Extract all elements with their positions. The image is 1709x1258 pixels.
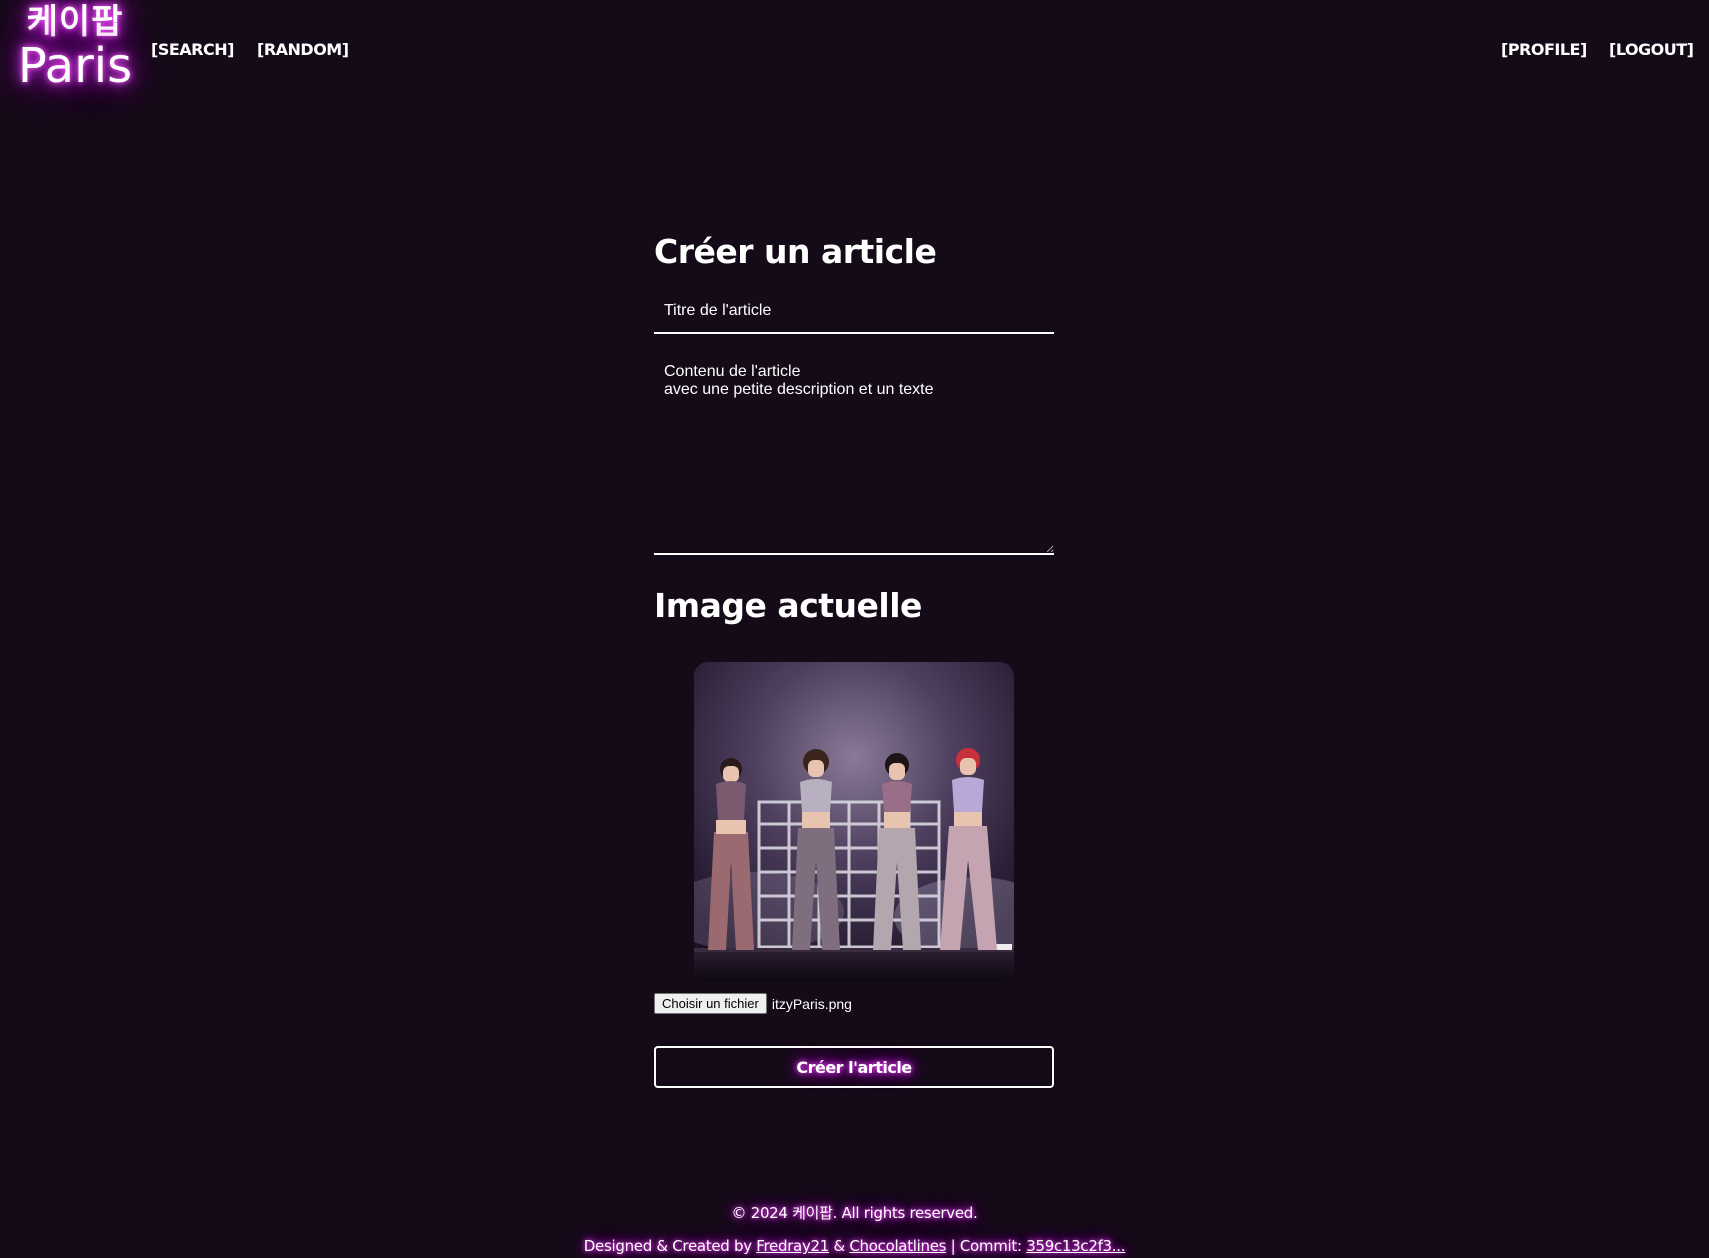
- nav-search-link[interactable]: [SEARCH]: [151, 40, 234, 59]
- author-fredray21-link[interactable]: Fredray21: [756, 1237, 829, 1255]
- credits-prefix: Designed & Created by: [583, 1237, 752, 1255]
- nav-logout-link[interactable]: [LOGOUT]: [1609, 40, 1694, 59]
- nav-profile-link[interactable]: [PROFILE]: [1501, 40, 1587, 59]
- image-section-title: Image actuelle: [654, 586, 922, 625]
- current-image-preview: [694, 662, 1014, 982]
- create-article-button[interactable]: Créer l'article: [654, 1046, 1054, 1088]
- site-logo[interactable]: 케이팝 Paris: [10, 2, 140, 92]
- logo-city-text: Paris: [17, 38, 133, 94]
- choose-file-button[interactable]: Choisir un fichier: [654, 993, 767, 1014]
- credits-and: &: [833, 1237, 845, 1255]
- article-title-input[interactable]: [654, 290, 1054, 334]
- commit-hash-link[interactable]: 359c13c2f3...: [1026, 1237, 1125, 1255]
- footer-credits: Designed & Created by Fredray21 & Chocol…: [0, 1237, 1709, 1255]
- footer-copyright: © 2024 케이팝. All rights reserved.: [731, 1204, 978, 1222]
- article-content-textarea[interactable]: Contenu de l'article avec une petite des…: [654, 351, 1054, 555]
- logo-korean-text: 케이팝: [26, 2, 124, 42]
- page-title: Créer un article: [654, 232, 937, 271]
- create-article-form: Créer un article Contenu de l'article av…: [654, 228, 1054, 1088]
- author-chocolatlines-link[interactable]: Chocolatlines: [849, 1237, 946, 1255]
- concert-photo-illustration: [694, 662, 1014, 982]
- selected-file-name: itzyParis.png: [771, 995, 852, 1012]
- nav-random-link[interactable]: [RANDOM]: [257, 40, 349, 59]
- commit-label: | Commit:: [950, 1237, 1022, 1255]
- file-upload-row: Choisir un fichier itzyParis.png: [654, 993, 852, 1014]
